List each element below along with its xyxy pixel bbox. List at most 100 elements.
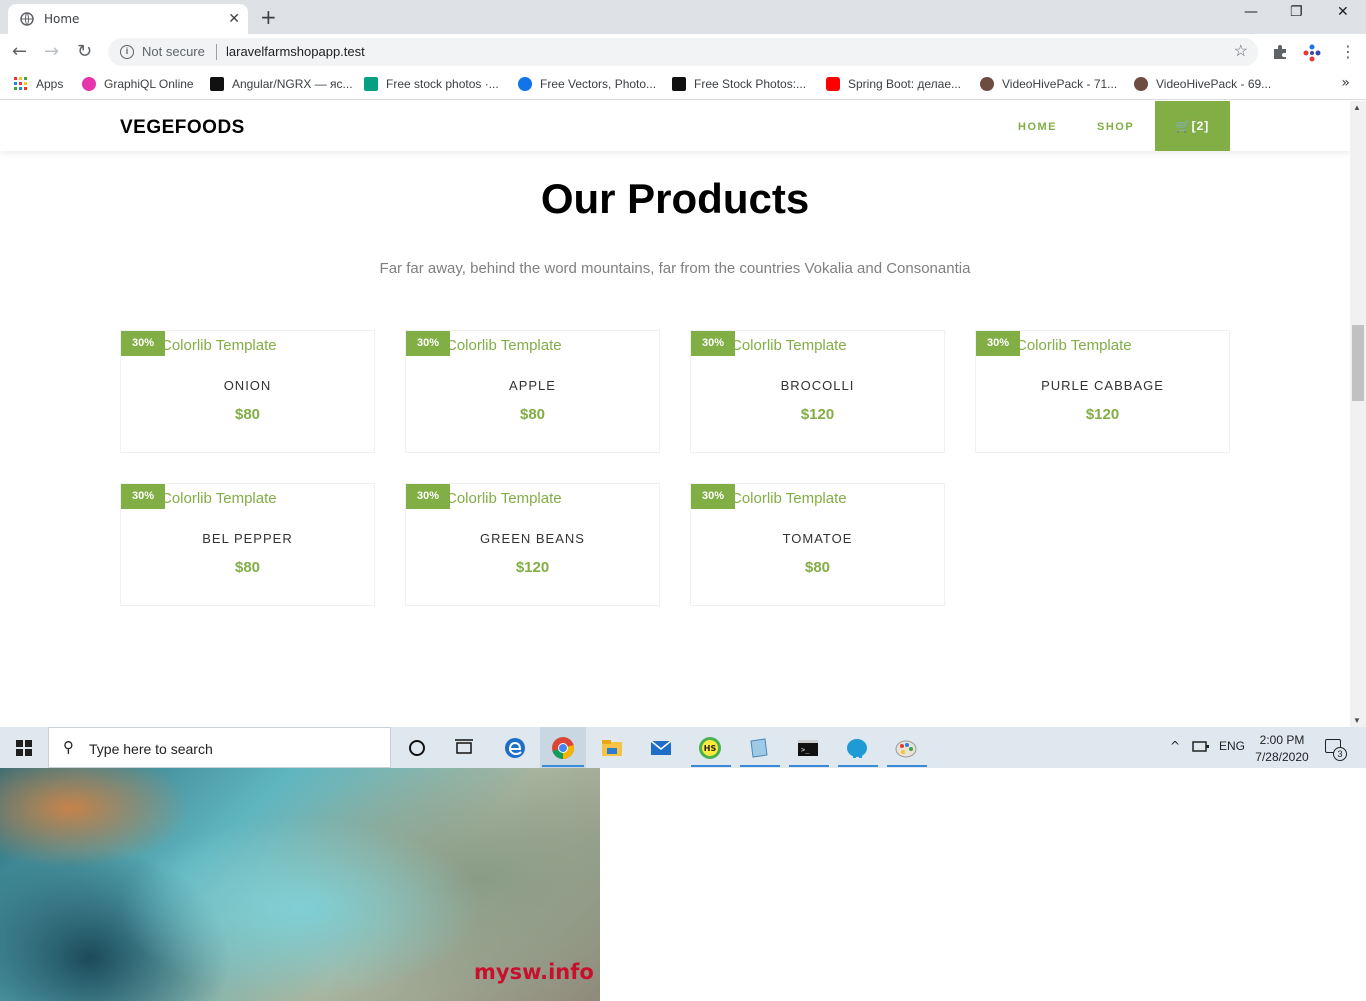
bookmark-videohivepack-71[interactable]: VideoHivePack - 71...	[980, 77, 1117, 91]
task-view-icon[interactable]	[451, 735, 477, 761]
back-button[interactable]: ←	[12, 41, 27, 62]
product-name[interactable]: APPLE	[406, 378, 659, 393]
tab-close-icon[interactable]: ✕	[228, 11, 240, 27]
reload-button[interactable]: ↻	[77, 41, 92, 62]
puzzle-icon[interactable]	[1272, 44, 1288, 60]
info-icon[interactable]: i	[120, 45, 134, 59]
product-price: $120	[515, 559, 550, 576]
product-card[interactable]: Colorlib Template 30% PURLE CABBAGE $120	[975, 330, 1230, 453]
site-navbar: VEGEFOODS HOME SHOP 🛒[2]	[0, 101, 1350, 151]
address-bar[interactable]: i Not secure laravelfarmshopapp.test ☆	[108, 38, 1258, 66]
bookmark-label: Angular/NGRX — яс...	[232, 77, 353, 91]
nav-shop[interactable]: SHOP	[1097, 121, 1134, 133]
burst-icon	[672, 77, 686, 91]
running-app-underline	[887, 765, 927, 767]
product-card[interactable]: Colorlib Template 30% ONION $80	[120, 330, 375, 453]
product-image-alt[interactable]: Colorlib Template	[161, 490, 277, 507]
bookmark-apps[interactable]: Apps	[14, 77, 63, 91]
browser-menu-icon[interactable]: ⋮	[1340, 42, 1356, 61]
product-name[interactable]: BEL PEPPER	[121, 531, 374, 546]
desktop-area: mysw.info	[0, 768, 1366, 1001]
product-price: $80	[519, 406, 546, 423]
product-image-alt[interactable]: Colorlib Template	[1016, 337, 1132, 354]
scroll-up-icon[interactable]: ▲	[1353, 103, 1361, 112]
tab-title: Home	[44, 12, 80, 26]
scroll-thumb[interactable]	[1352, 325, 1364, 401]
product-name[interactable]: BROCOLLI	[691, 378, 944, 393]
taskbar-search-box[interactable]: ⚲ Type here to search	[48, 727, 391, 768]
taskbar-clock[interactable]: 2:00 PM 7/28/2020	[1250, 732, 1314, 766]
elephant-icon[interactable]	[844, 735, 870, 761]
product-name[interactable]: GREEN BEANS	[406, 531, 659, 546]
web-page: VEGEFOODS HOME SHOP 🛒[2] Featured Produc…	[0, 101, 1350, 727]
notepad-icon[interactable]	[746, 735, 772, 761]
security-label: Not secure	[142, 44, 205, 59]
graphql-icon	[82, 77, 96, 91]
product-price: $120	[800, 406, 835, 423]
tray-overflow-icon[interactable]: ^	[1170, 739, 1180, 753]
mail-icon[interactable]	[648, 735, 674, 761]
pexels-icon	[364, 77, 378, 91]
cart-button[interactable]: 🛒[2]	[1155, 101, 1230, 151]
windows-start-icon[interactable]	[16, 740, 32, 756]
bookmark-free-stock-photos[interactable]: Free Stock Photos:...	[672, 77, 806, 91]
bookmark-label: Free Stock Photos:...	[694, 77, 807, 91]
product-name[interactable]: PURLE CABBAGE	[976, 378, 1229, 393]
forward-button[interactable]: →	[44, 41, 59, 62]
bookmarks-overflow-icon[interactable]: »	[1341, 75, 1350, 91]
edge-icon[interactable]	[502, 735, 528, 761]
product-name[interactable]: TOMATOE	[691, 531, 944, 546]
product-name[interactable]: ONION	[121, 378, 374, 393]
paint-icon[interactable]	[893, 735, 919, 761]
bookmark-graphiql[interactable]: GraphiQL Online	[82, 77, 194, 91]
extension-icon[interactable]	[1302, 43, 1322, 63]
youtube-icon	[826, 77, 840, 91]
bookmark-videohivepack-69[interactable]: VideoHivePack - 69...	[1134, 77, 1271, 91]
chrome-taskbar-slot[interactable]	[540, 727, 586, 768]
cortana-icon[interactable]	[404, 735, 430, 761]
bookmark-label: Free stock photos ·...	[386, 77, 499, 91]
discount-badge: 30%	[406, 484, 450, 509]
product-image-alt[interactable]: Colorlib Template	[446, 337, 562, 354]
heidisql-icon[interactable]: HS	[697, 735, 723, 761]
svg-text:>_: >_	[801, 746, 810, 754]
bookmark-freepik[interactable]: Free Vectors, Photo...	[518, 77, 656, 91]
taskbar-search-placeholder: Type here to search	[89, 741, 213, 757]
bookmark-label: Spring Boot: делае...	[848, 77, 962, 91]
product-image-alt[interactable]: Colorlib Template	[731, 490, 847, 507]
bookmarks-bar: Apps GraphiQL Online Angular/NGRX — яс..…	[0, 70, 1366, 100]
product-card[interactable]: Colorlib Template 30% APPLE $80	[405, 330, 660, 453]
apps-grid-icon	[14, 77, 27, 90]
page-scrollbar[interactable]: ▲ ▼	[1350, 101, 1366, 727]
tab-home[interactable]: Home ✕	[8, 4, 248, 34]
bookmark-pexels[interactable]: Free stock photos ·...	[364, 77, 499, 91]
scroll-down-icon[interactable]: ▼	[1353, 716, 1361, 725]
bookmark-label: GraphiQL Online	[104, 77, 194, 91]
product-image-alt[interactable]: Colorlib Template	[731, 337, 847, 354]
section-heading: Our Products	[540, 175, 810, 222]
minimize-button[interactable]: —	[1244, 4, 1258, 20]
chrome-icon	[552, 737, 574, 759]
close-window-button[interactable]: ✕	[1337, 4, 1349, 20]
url-text[interactable]: laravelfarmshopapp.test	[226, 44, 365, 59]
site-brand[interactable]: VEGEFOODS	[120, 117, 245, 139]
network-icon[interactable]	[1192, 740, 1210, 754]
bookmark-angular-ngrx[interactable]: Angular/NGRX — яс...	[210, 77, 353, 91]
product-image-alt[interactable]: Colorlib Template	[446, 490, 562, 507]
product-card[interactable]: Colorlib Template 30% BEL PEPPER $80	[120, 483, 375, 606]
language-indicator[interactable]: ENG	[1219, 739, 1245, 753]
nav-home[interactable]: HOME	[1018, 121, 1057, 133]
bookmark-spring-boot[interactable]: Spring Boot: делае...	[826, 77, 961, 91]
windows-taskbar: ⚲ Type here to search HS >_ ^ ENG 2:00 P…	[0, 727, 1366, 768]
terminal-icon[interactable]: >_	[795, 735, 821, 761]
product-image-alt[interactable]: Colorlib Template	[161, 337, 277, 354]
restore-button[interactable]: ❐	[1290, 4, 1303, 20]
running-app-underline	[838, 765, 878, 767]
file-explorer-icon[interactable]	[599, 735, 625, 761]
product-card[interactable]: Colorlib Template 30% GREEN BEANS $120	[405, 483, 660, 606]
product-card[interactable]: Colorlib Template 30% BROCOLLI $120	[690, 330, 945, 453]
bookmark-star-icon[interactable]: ☆	[1234, 41, 1248, 61]
new-tab-button[interactable]: +	[260, 5, 277, 29]
running-app-underline	[740, 765, 780, 767]
product-card[interactable]: Colorlib Template 30% TOMATOE $80	[690, 483, 945, 606]
